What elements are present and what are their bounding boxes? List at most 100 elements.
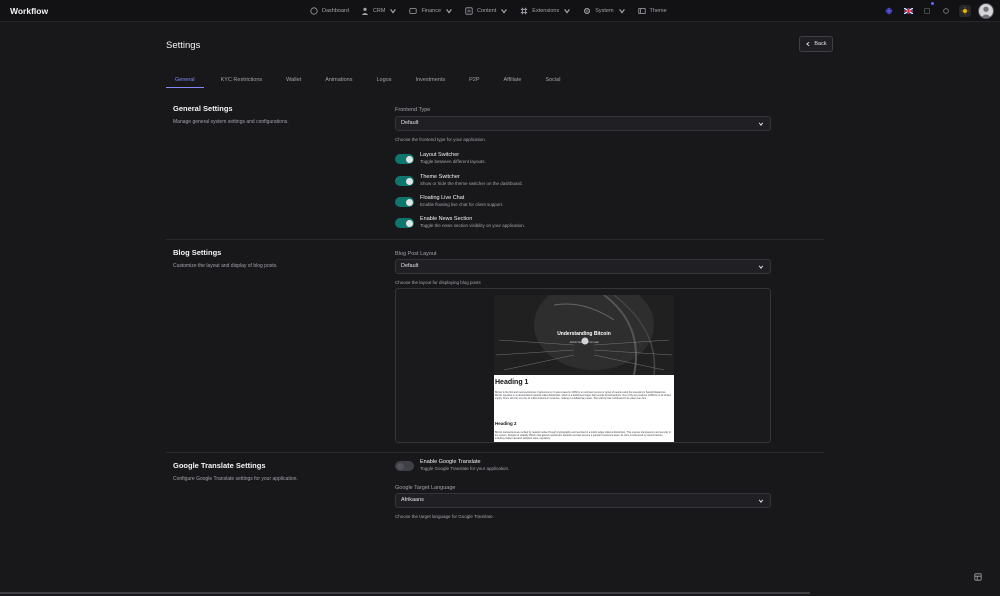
arrow-left-icon	[806, 41, 810, 47]
blog-preview-hero-title: Understanding Bitcoin	[557, 331, 611, 337]
blog-preview-heading-1: Heading 1	[495, 379, 529, 386]
horizontal-scrollbar[interactable]	[0, 592, 810, 594]
theme-switcher-row: Theme Switcher Show or hide the theme sw…	[395, 174, 695, 192]
google-translate-desc: Configure Google Translate settings for …	[173, 476, 298, 482]
blog-preview-paragraph-2: Bitcoin transactions are verified by net…	[495, 431, 671, 440]
main-nav: Dashboard CRM Finance Content Extensions…	[310, 0, 667, 22]
nav-system[interactable]: System	[583, 7, 625, 15]
gear-icon	[584, 8, 591, 14]
nav-dashboard[interactable]: Dashboard	[310, 7, 349, 15]
live-chat-row: Floating Live Chat Enable floating live …	[395, 195, 695, 213]
news-section-toggle[interactable]	[395, 218, 414, 228]
blog-layout-preview: Understanding Bitcoin Author Name · 5 mi…	[395, 288, 771, 443]
blog-settings-title: Blog Settings	[173, 248, 222, 257]
theme-switcher-toggle[interactable]	[395, 176, 414, 186]
theme-switcher-desc: Show or hide the theme switcher on the d…	[420, 181, 523, 186]
layout-switcher-row: Layout Switcher Toggle between different…	[395, 152, 695, 170]
section-divider	[166, 452, 824, 453]
blog-settings-desc: Customize the layout and display of blog…	[173, 263, 278, 269]
chevron-down-icon	[618, 9, 625, 14]
blog-layout-value: Default	[401, 263, 419, 269]
blog-layout-select[interactable]: Default	[395, 259, 771, 274]
globe-icon[interactable]	[883, 5, 895, 17]
chevron-down-icon	[758, 499, 764, 503]
nav-dashboard-label: Dashboard	[322, 8, 349, 14]
chevron-down-icon	[446, 9, 452, 14]
back-button-label: Back	[814, 41, 827, 47]
tab-social[interactable]: Social	[536, 72, 569, 88]
user-icon	[361, 7, 369, 15]
sun-icon[interactable]	[959, 5, 971, 17]
nav-crm[interactable]: CRM	[361, 7, 398, 15]
nav-system-label: System	[595, 8, 614, 14]
tab-affiliate[interactable]: Affiliate	[495, 72, 531, 88]
chevron-down-icon	[758, 122, 764, 126]
live-chat-toggle[interactable]	[395, 197, 414, 207]
nav-content[interactable]: Content	[465, 7, 508, 15]
tab-p2p[interactable]: P2P	[460, 72, 488, 88]
tab-animations[interactable]: Animations	[316, 72, 361, 88]
google-translate-toggle-title: Enable Google Translate	[420, 459, 481, 465]
tab-logos[interactable]: Logos	[367, 72, 400, 88]
chevron-down-icon	[758, 265, 764, 269]
panel-toggle-button[interactable]	[972, 571, 984, 583]
layout-switcher-desc: Toggle between different layouts.	[420, 159, 486, 164]
frontend-type-hint: Choose the frontend type for your applic…	[395, 137, 487, 142]
target-language-value: Afrikaans	[401, 497, 424, 503]
news-section-title: Enable News Section	[420, 216, 473, 222]
blog-layout-label: Blog Post Layout	[395, 251, 437, 257]
top-navbar: Workflow Dashboard CRM Finance Content E…	[0, 0, 1000, 22]
google-translate-title: Google Translate Settings	[173, 461, 266, 470]
settings-icon[interactable]	[940, 5, 952, 17]
tab-kyc-restrictions[interactable]: KYC Restrictions	[212, 72, 272, 88]
news-section-row: Enable News Section Toggle the news sect…	[395, 216, 695, 234]
target-language-select[interactable]: Afrikaans	[395, 493, 771, 508]
google-translate-row: Enable Google Translate Toggle Google Tr…	[395, 459, 695, 477]
dollar-icon	[409, 8, 418, 14]
general-settings-desc: Manage general system settings and confi…	[173, 119, 289, 125]
layout-switcher-toggle[interactable]	[395, 154, 414, 164]
nav-extensions-label: Extensions	[532, 8, 560, 14]
google-translate-toggle[interactable]	[395, 461, 414, 471]
live-chat-title: Floating Live Chat	[420, 195, 465, 201]
general-settings-title: General Settings	[173, 104, 233, 113]
grid-icon	[521, 7, 528, 15]
live-chat-desc: Enable floating live chat for client sup…	[420, 202, 504, 207]
section-divider	[166, 239, 824, 240]
nav-finance[interactable]: Finance	[409, 7, 453, 15]
home-icon	[310, 7, 318, 15]
layout-switcher-title: Layout Switcher	[420, 152, 460, 158]
blog-preview-paragraph-1: Bitcoin is the first and most well-known…	[495, 391, 671, 400]
frontend-type-select[interactable]: Default	[395, 116, 771, 131]
target-language-label: Google Target Language	[395, 485, 456, 491]
page-title: Settings	[166, 40, 201, 51]
avatar[interactable]	[978, 3, 994, 19]
tab-investments[interactable]: Investments	[406, 72, 454, 88]
news-section-desc: Toggle the news section visibility on yo…	[420, 223, 526, 228]
nav-crm-label: CRM	[372, 8, 386, 14]
blog-preview-document: Understanding Bitcoin Author Name · 5 mi…	[494, 295, 674, 442]
brand-logo[interactable]: Workflow	[10, 6, 48, 16]
blog-preview-hero-meta: Author Name · 5 min read	[569, 341, 599, 344]
chevron-down-icon	[390, 9, 397, 14]
tab-general[interactable]: General	[166, 72, 204, 88]
nav-extensions[interactable]: Extensions	[520, 7, 571, 15]
nav-theme-label: Theme	[649, 8, 667, 14]
notification-icon[interactable]	[921, 5, 933, 17]
frontend-type-value: Default	[401, 120, 419, 126]
settings-tabs: General KYC Restrictions Wallet Animatio…	[166, 72, 833, 88]
chevron-down-icon	[501, 9, 508, 14]
back-button[interactable]: Back	[799, 36, 833, 52]
google-translate-toggle-desc: Toggle Google Translate for your applica…	[420, 466, 510, 471]
header-actions	[883, 3, 994, 19]
blog-preview-hero-image: Understanding Bitcoin Author Name · 5 mi…	[494, 295, 674, 375]
nav-finance-label: Finance	[421, 8, 442, 14]
uk-flag-icon[interactable]	[902, 5, 914, 17]
layout-panel-icon	[974, 573, 982, 581]
nav-theme[interactable]: Theme	[637, 7, 667, 15]
tab-wallet[interactable]: Wallet	[277, 72, 310, 88]
chevron-down-icon	[564, 9, 571, 14]
target-language-hint: Choose the target language for Google Tr…	[395, 514, 494, 519]
blog-layout-hint: Choose the layout for displaying blog po…	[395, 280, 481, 285]
frontend-type-label: Frontend Type	[395, 107, 431, 113]
